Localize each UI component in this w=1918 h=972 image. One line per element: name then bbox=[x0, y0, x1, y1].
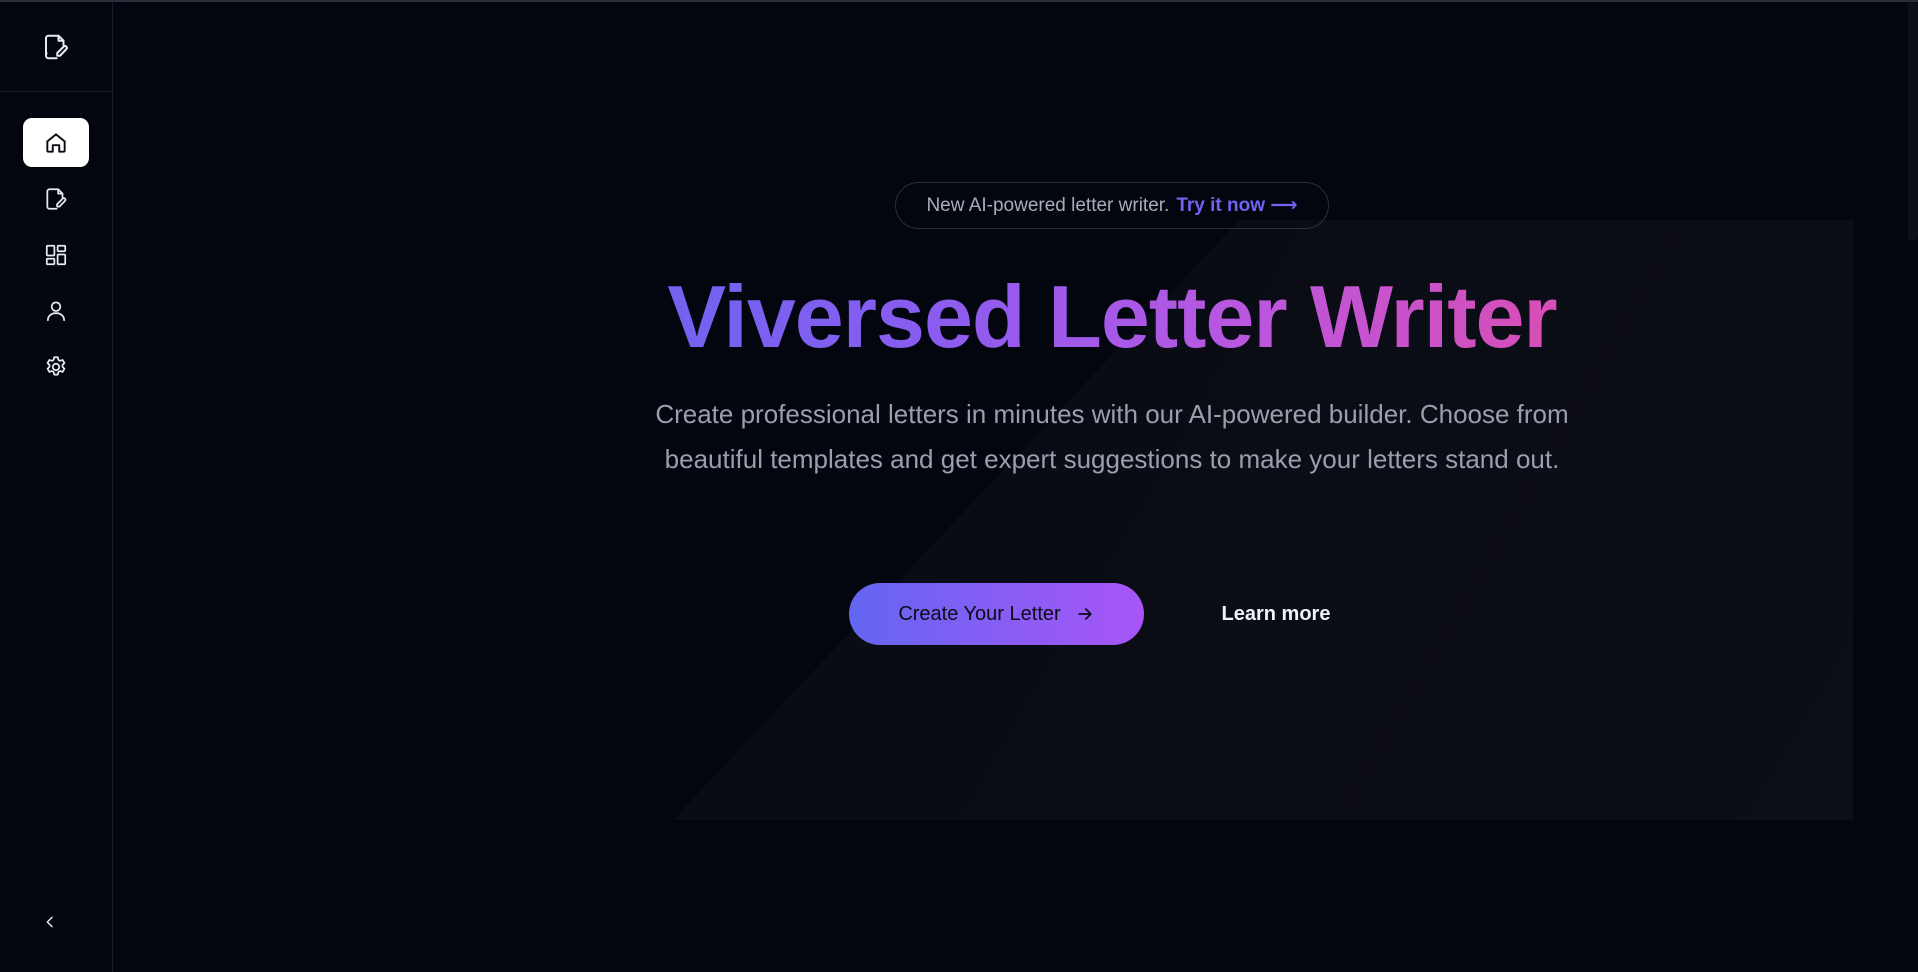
dashboard-icon bbox=[45, 244, 67, 265]
file-edit-icon bbox=[45, 34, 68, 59]
announcement-text: New AI-powered letter writer. bbox=[926, 194, 1170, 216]
sidebar-item-home[interactable] bbox=[23, 118, 89, 167]
main-content: New AI-powered letter writer. Try it now… bbox=[113, 2, 1918, 972]
sidebar-collapse-button[interactable] bbox=[36, 908, 64, 936]
hero-title: Viversed Letter Writer bbox=[513, 267, 1711, 367]
sidebar-item-settings[interactable] bbox=[23, 342, 89, 391]
scrollbar[interactable] bbox=[1908, 2, 1918, 240]
sidebar bbox=[0, 2, 113, 972]
sidebar-item-editor[interactable] bbox=[23, 174, 89, 223]
hero-subtitle: Create professional letters in minutes w… bbox=[655, 399, 1569, 474]
file-edit-icon bbox=[46, 187, 67, 210]
gear-icon bbox=[46, 355, 66, 375]
sidebar-item-templates[interactable] bbox=[23, 230, 89, 279]
arrow-right-icon bbox=[1078, 608, 1092, 620]
home-icon bbox=[46, 132, 66, 153]
learn-more-link[interactable]: Learn more bbox=[1205, 583, 1347, 645]
create-letter-label: Create Your Letter bbox=[898, 602, 1061, 625]
create-letter-button[interactable]: Create Your Letter bbox=[849, 583, 1144, 645]
chevron-left-icon bbox=[46, 916, 53, 928]
sidebar-item-profile[interactable] bbox=[23, 286, 89, 335]
try-it-now-link[interactable]: Try it now ⟶ bbox=[1176, 194, 1297, 217]
user-icon bbox=[47, 300, 65, 321]
announcement-badge: New AI-powered letter writer. Try it now… bbox=[895, 182, 1329, 229]
sidebar-logo[interactable] bbox=[0, 2, 112, 92]
